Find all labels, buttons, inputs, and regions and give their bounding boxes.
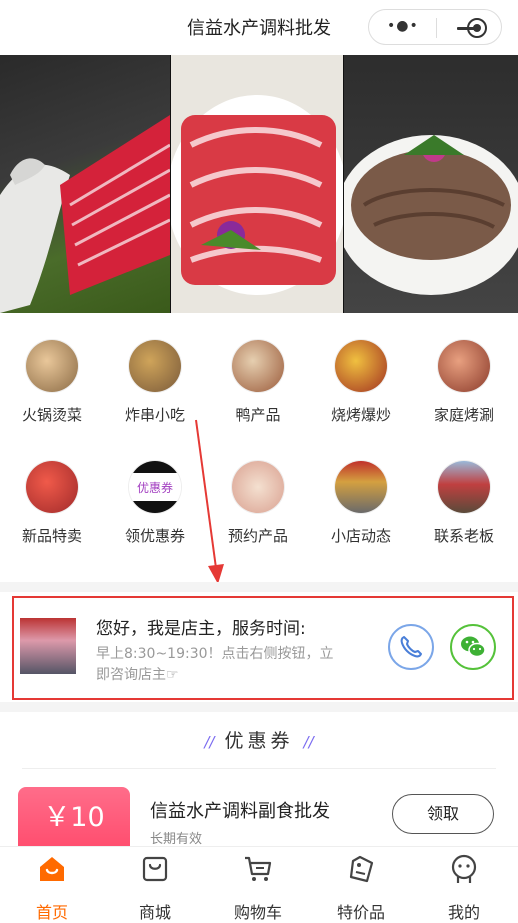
category-item-shop-news[interactable]: 小店动态 [309, 451, 413, 546]
cart-icon [245, 856, 272, 881]
category-image [438, 340, 490, 392]
coupon-section-title: // 优惠券 // [0, 726, 518, 753]
category-image [26, 461, 78, 513]
banner-carousel[interactable] [0, 55, 518, 313]
tab-label: 首页 [35, 903, 68, 922]
category-image [438, 461, 490, 513]
owner-avatar [20, 618, 76, 674]
wechat-icon [461, 636, 486, 658]
decor-slash-icon: // [303, 733, 314, 751]
capsule-divider [436, 18, 437, 38]
category-image: 优惠券 [129, 461, 181, 513]
tab-label: 特价品 [336, 903, 385, 922]
phone-icon [400, 636, 422, 658]
coupon-shop-name: 信益水产调料副食批发 [150, 801, 330, 822]
call-button[interactable] [388, 624, 434, 670]
annotation-arrow [195, 419, 224, 584]
coupon-validity: 长期有效 [150, 832, 203, 847]
category-label: 火锅烫菜 [21, 406, 82, 424]
banner-image-beef-roll [0, 55, 170, 313]
category-item-new[interactable]: 新品特卖 [0, 451, 104, 546]
banner-image-beef-tripe [344, 55, 518, 313]
coupon-section-title-text: 优惠券 [224, 730, 294, 752]
decor-slash-icon: // [204, 733, 215, 751]
tab-label: 商城 [138, 903, 171, 922]
mini-program-capsule: •●• [368, 9, 502, 45]
category-label: 新品特卖 [21, 527, 82, 545]
category-image [335, 461, 387, 513]
claim-coupon-button[interactable]: 领取 [392, 794, 494, 834]
tab-mall[interactable]: 商城 [103, 847, 207, 922]
category-label: 家庭烤涮 [433, 406, 494, 424]
close-target-icon[interactable] [467, 18, 487, 38]
coupon-amount: ￥10 [43, 802, 105, 833]
tab-label: 购物车 [233, 903, 282, 922]
banner-image-lamb-slices [171, 55, 343, 313]
price-tag-icon [349, 855, 374, 883]
owner-service-hours: 早上8:30~19:30！点击右侧按钮，立即咨询店主☞ [96, 646, 334, 683]
top-bar: 信益水产调料批发 •●• [0, 0, 518, 55]
category-item-snacks[interactable]: 炸串小吃 [103, 330, 207, 425]
tab-home[interactable]: 首页 [0, 847, 104, 922]
tab-profile[interactable]: 我的 [412, 847, 516, 922]
category-item-home-grill[interactable]: 家庭烤涮 [412, 330, 516, 425]
category-label: 联系老板 [433, 527, 494, 545]
user-face-icon [451, 854, 477, 883]
more-icon[interactable]: •●• [387, 18, 419, 34]
home-icon [40, 857, 64, 881]
category-item-hotpot[interactable]: 火锅烫菜 [0, 330, 104, 425]
section-divider [0, 702, 518, 712]
category-image [129, 340, 181, 392]
wechat-button[interactable] [450, 624, 496, 670]
divider-line [22, 768, 496, 769]
tab-specials[interactable]: 特价品 [309, 847, 413, 922]
owner-greeting: 您好，我是店主，服务时间: [96, 619, 306, 639]
category-label: 小店动态 [330, 527, 391, 545]
category-label: 烧烤爆炒 [330, 406, 391, 424]
owner-contact-card: 您好，我是店主，服务时间: 早上8:30~19:30！点击右侧按钮，立即咨询店主… [12, 596, 514, 700]
tab-label: 我的 [447, 903, 480, 922]
svg-text:优惠券: 优惠券 [137, 480, 173, 495]
section-divider [0, 582, 518, 592]
category-item-bbq[interactable]: 烧烤爆炒 [309, 330, 413, 425]
category-image [232, 461, 284, 513]
category-image [26, 340, 78, 392]
tab-cart[interactable]: 购物车 [206, 847, 310, 922]
category-item-contact-owner[interactable]: 联系老板 [412, 451, 516, 546]
category-image [335, 340, 387, 392]
category-item-duck[interactable]: 鸭产品 [206, 330, 310, 425]
coupon-card[interactable]: ￥10 [18, 787, 130, 849]
category-image [232, 340, 284, 392]
bottom-tab-bar: 首页 商城 购物车 特价品 我的 [0, 846, 518, 922]
shopping-bag-icon [142, 856, 168, 882]
